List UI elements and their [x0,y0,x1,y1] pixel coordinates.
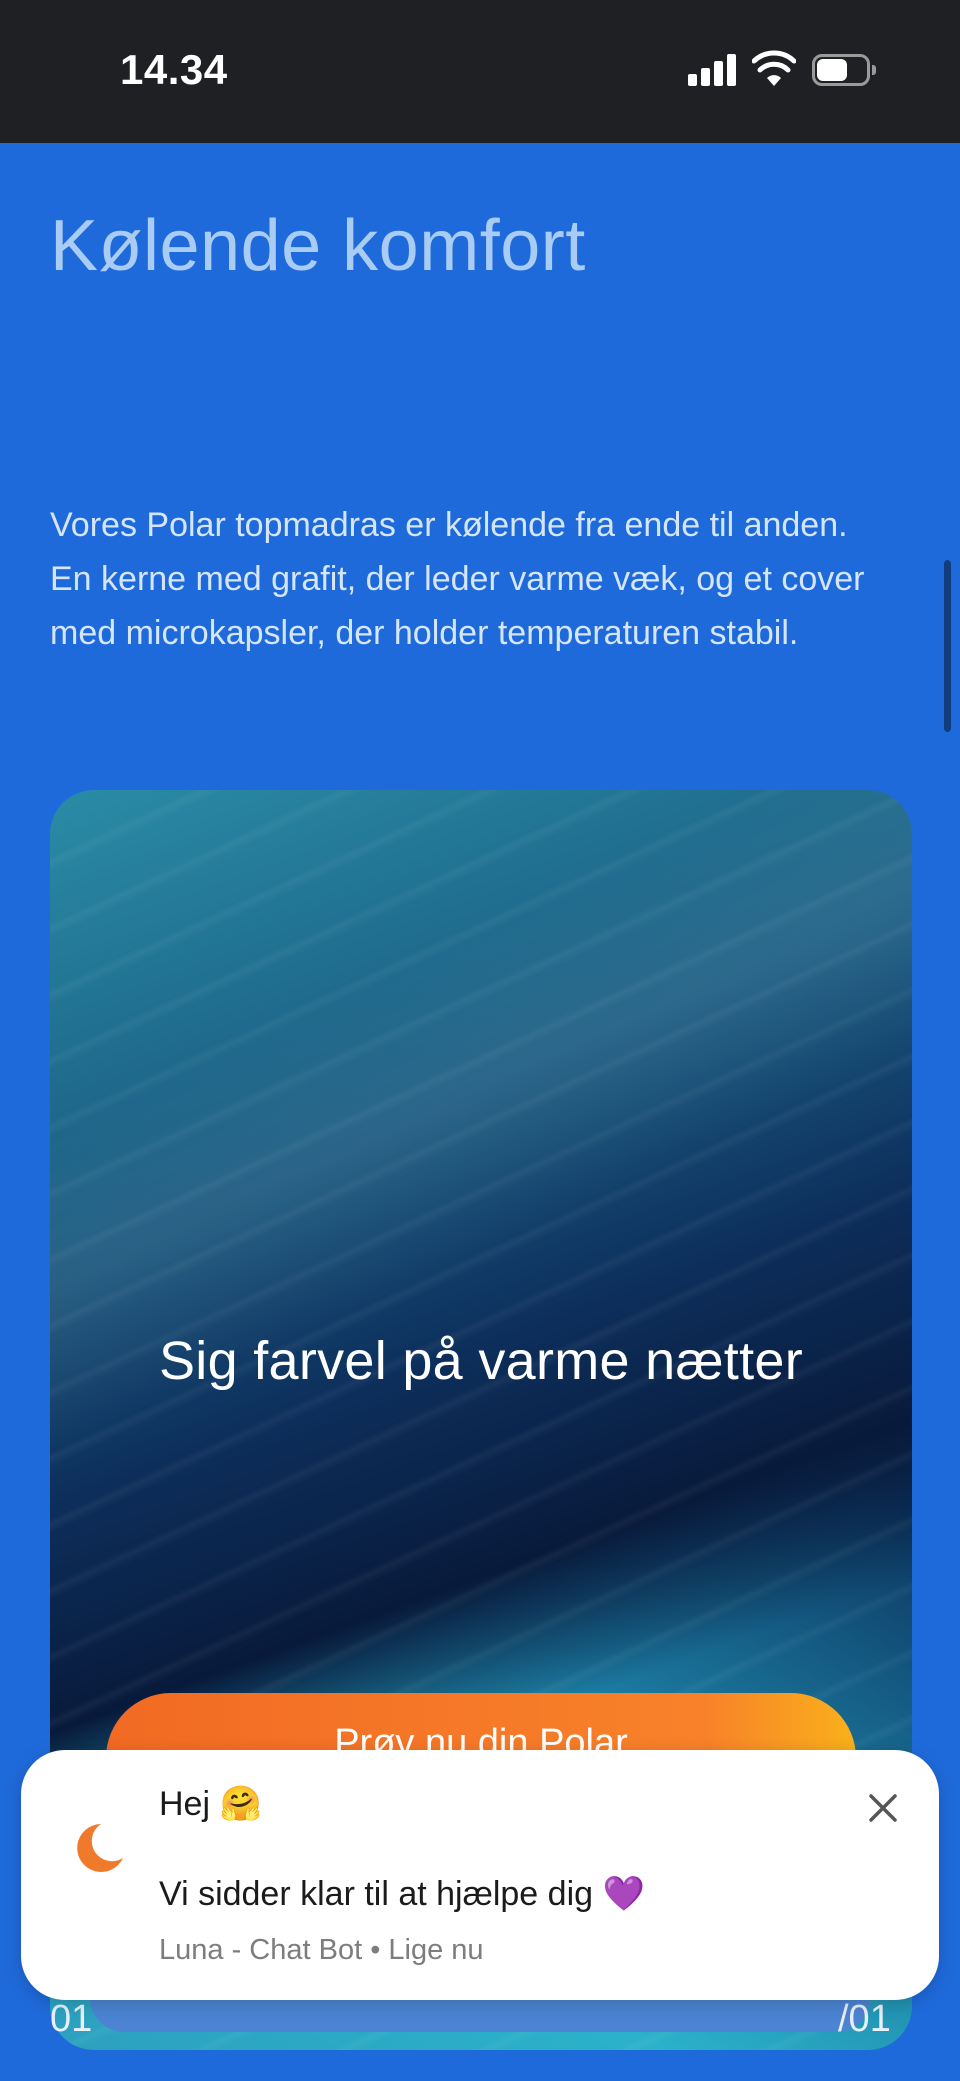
section-body-text: Vores Polar topmadras er kølende fra end… [50,506,865,652]
signal-icon [688,54,738,86]
chat-time: Lige nu [388,1934,484,1966]
slide-counter-right: /01 [838,1998,891,2040]
moon-icon [77,1824,123,1872]
chat-notification[interactable]: Hej 🤗 Vi sidder klar til at hjælpe dig 💜… [21,1750,939,2000]
chat-separator: • [370,1934,381,1966]
status-bar: 14.34 [0,0,960,143]
close-icon[interactable] [861,1786,905,1830]
hero-title: Sig farvel på varme nætter [158,1331,804,1391]
scroll-indicator[interactable] [944,560,951,732]
wifi-icon [752,50,796,86]
status-time: 14.34 [120,46,228,93]
battery-icon [812,54,876,86]
chat-greeting: Hej 🤗 [159,1785,262,1823]
chat-sender: Luna - Chat Bot [159,1934,363,1966]
page: 14.34 Kølende komfort Vores Polar topmad… [0,0,960,2081]
slide-counter-left: 01 [50,1998,93,2040]
chat-meta: Luna - Chat Bot • Lige nu [159,1934,484,1967]
section-heading: Kølende komfort [50,206,586,286]
chat-message: Vi sidder klar til at hjælpe dig 💜 [159,1875,645,1913]
